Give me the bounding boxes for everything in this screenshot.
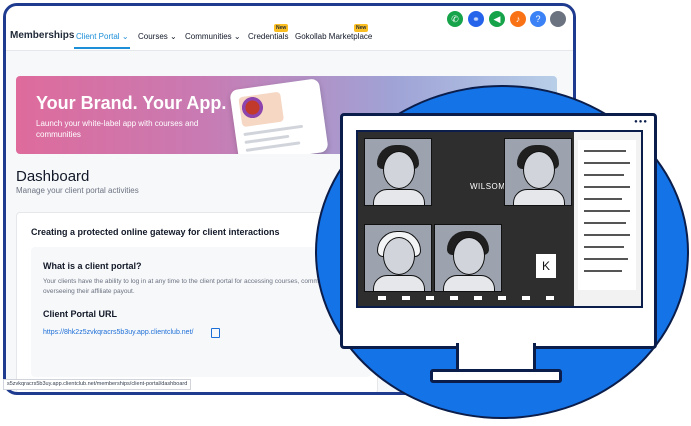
phone-mockup-image <box>229 78 329 154</box>
browser-status-bar: s5zvkqracrs5b3uy.app.clientclub.net/memb… <box>3 379 192 390</box>
text-line <box>245 141 301 152</box>
text-line <box>243 124 304 137</box>
text-line <box>584 186 630 188</box>
tab-credentials[interactable]: Credentials <box>248 32 288 41</box>
text-line <box>584 150 626 152</box>
chevron-down-icon: ⌄ <box>233 32 241 41</box>
new-badge: New <box>354 24 369 32</box>
page-title: Dashboard <box>16 168 90 185</box>
help-icon[interactable]: ? <box>530 11 546 27</box>
tab-courses[interactable]: Courses ⌄ <box>138 32 177 41</box>
tab-client-portal[interactable]: Client Portal ⌄ <box>76 32 129 41</box>
text-line <box>584 198 622 200</box>
body <box>513 189 565 205</box>
control-button-icon <box>378 296 386 300</box>
text-line <box>584 258 628 260</box>
top-navigation-bar: Memberships Client Portal ⌄ Courses ⌄ Co… <box>6 6 573 51</box>
face <box>453 237 485 275</box>
link-icon[interactable]: ⚭ <box>468 11 484 27</box>
chat-side-panel <box>578 140 636 290</box>
copy-icon[interactable] <box>211 328 220 338</box>
video-call-screen: WILSOM K <box>356 130 643 308</box>
participant-tile <box>364 224 432 292</box>
chevron-down-icon: ⌄ <box>121 32 129 41</box>
text-line <box>584 234 630 236</box>
phone-icon[interactable]: ✆ <box>447 11 463 27</box>
face <box>383 237 415 275</box>
control-button-icon <box>546 296 554 300</box>
banner-subtitle: Launch your white-label app with courses… <box>36 119 199 139</box>
window-dots-icon: ●●● <box>634 119 648 125</box>
face <box>383 151 415 189</box>
tab-label: Credentials <box>248 32 289 41</box>
active-tab-indicator <box>74 47 130 49</box>
section-description: Your clients have the ability to log in … <box>43 278 353 295</box>
monitor-stand-neck <box>456 343 536 371</box>
text-line <box>584 270 622 272</box>
avatar[interactable] <box>550 11 566 27</box>
tab-label: Courses <box>138 32 168 41</box>
monitor-stand-base <box>430 369 562 383</box>
participant-initial-tile: K <box>536 254 556 278</box>
body <box>373 189 425 205</box>
bell-icon[interactable]: ♪ <box>510 11 526 27</box>
tab-gokollab-marketplace[interactable]: Gokollab Marketplace <box>295 32 372 41</box>
tab-label: Client Portal <box>76 32 120 41</box>
page-subtitle: Manage your client portal activities <box>16 186 139 195</box>
monitor-illustration: ●●● WILSOM K <box>340 113 657 349</box>
card-title: Creating a protected online gateway for … <box>31 227 280 237</box>
megaphone-icon[interactable]: ◀ <box>489 11 505 27</box>
control-button-icon <box>522 296 530 300</box>
banner-title: Your Brand. Your App. <box>36 93 227 113</box>
url-heading: Client Portal URL <box>43 309 118 319</box>
new-badge: New <box>274 24 289 32</box>
control-button-icon <box>402 296 410 300</box>
food-image <box>238 91 285 128</box>
control-button-icon <box>498 296 506 300</box>
participant-name-label: WILSOM <box>470 182 506 191</box>
control-button-icon <box>474 296 482 300</box>
tab-label: Communities <box>185 32 232 41</box>
tab-communities[interactable]: Communities ⌄ <box>185 32 241 41</box>
text-line <box>584 210 630 212</box>
body <box>443 275 495 291</box>
control-button-icon <box>426 296 434 300</box>
client-portal-url-link[interactable]: https://8hk2z5zvkqracrs5b3uy.app.clientc… <box>43 329 193 336</box>
tab-label: Gokollab Marketplace <box>295 32 373 41</box>
section-heading: What is a client portal? <box>43 261 142 271</box>
text-line <box>584 174 624 176</box>
text-line <box>584 162 630 164</box>
face <box>523 151 555 189</box>
text-line <box>584 246 624 248</box>
video-grid: WILSOM K <box>358 132 574 306</box>
control-button-icon <box>450 296 458 300</box>
chevron-down-icon: ⌄ <box>170 32 177 41</box>
participant-tile <box>434 224 502 292</box>
app-title: Memberships <box>10 30 75 41</box>
participant-tile <box>364 138 432 206</box>
text-line <box>584 222 626 224</box>
body <box>373 275 425 291</box>
participant-tile <box>504 138 572 206</box>
